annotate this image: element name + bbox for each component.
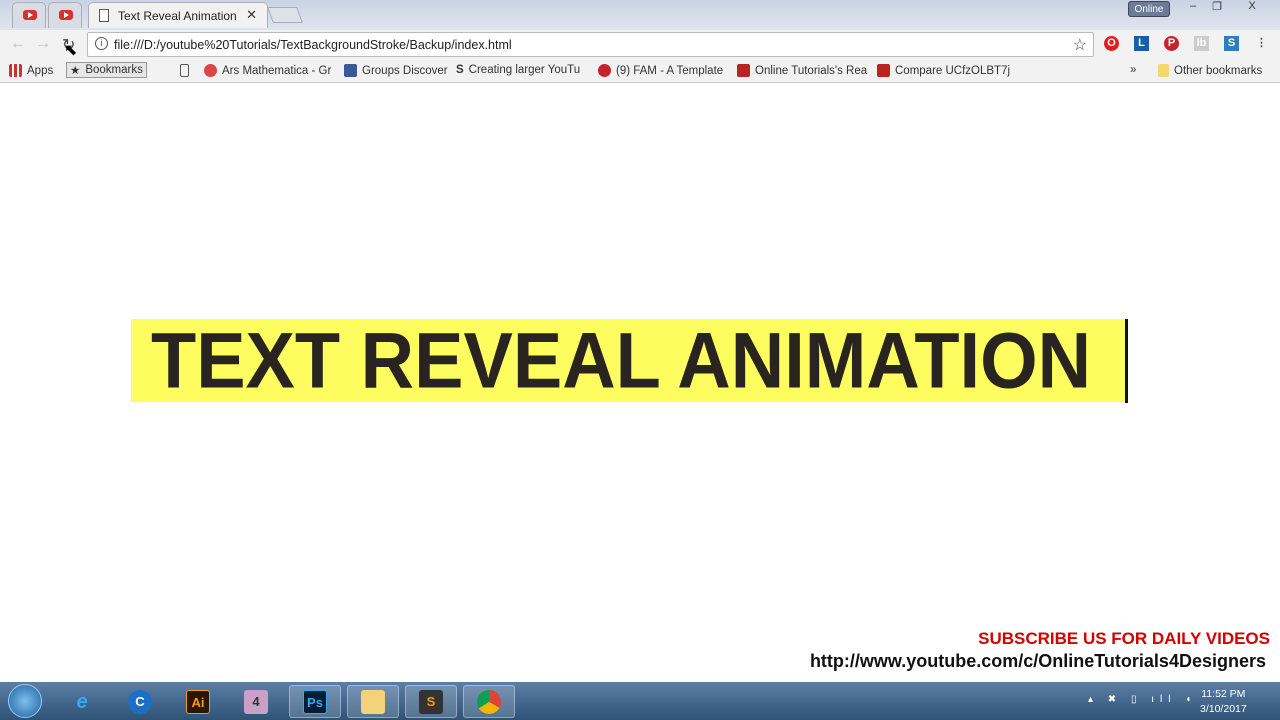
reveal-cursor bbox=[1125, 319, 1128, 403]
taskbar: e C Ai 4 Ps S ▴ ✖ ▯ ıll ◖ 11:52 PM 3/10/2… bbox=[0, 682, 1280, 720]
other-bookmarks[interactable]: Other bookmarks bbox=[1158, 64, 1262, 77]
bookmark-label: Apps bbox=[27, 64, 54, 77]
bookmark-label: (9) FAM - A Template bbox=[616, 64, 724, 77]
headline-banner: TEXT REVEAL ANIMATION bbox=[131, 316, 1127, 405]
headline: TEXT REVEAL ANIMATION bbox=[151, 316, 1092, 405]
youtube-icon bbox=[23, 10, 37, 20]
taskbar-explorer[interactable] bbox=[347, 685, 399, 718]
chart-icon bbox=[737, 64, 750, 77]
s-icon[interactable]: S bbox=[1224, 36, 1239, 51]
page-icon bbox=[99, 9, 109, 22]
taskbar-photoshop[interactable]: Ps bbox=[289, 685, 341, 718]
clock-date: 3/10/2017 bbox=[1200, 703, 1247, 715]
chrome-icon bbox=[477, 689, 501, 714]
bookmarks-overflow[interactable]: » bbox=[1130, 64, 1136, 76]
folder-icon bbox=[361, 689, 385, 714]
bookmark-label: Bookmarks bbox=[85, 64, 143, 76]
tab-title: Text Reveal Animation bbox=[118, 9, 237, 23]
new-tab-button[interactable] bbox=[267, 7, 303, 23]
star-icon: ★ bbox=[70, 65, 81, 77]
bookmark-label: Compare UCfzOLBT7j bbox=[895, 64, 1011, 77]
taskbar-sublime[interactable]: S bbox=[405, 685, 457, 718]
bookmark-label: Online Tutorials's Rea bbox=[755, 64, 868, 77]
taskbar-app4[interactable]: 4 bbox=[230, 685, 282, 718]
taskbar-chrome[interactable] bbox=[463, 685, 515, 718]
back-button[interactable]: ← bbox=[10, 35, 26, 53]
bookmark-ars[interactable]: Ars Mathematica - Gr bbox=[204, 64, 331, 77]
restore-button[interactable]: ❐ bbox=[1206, 0, 1228, 16]
close-tab-icon[interactable]: ✕ bbox=[246, 7, 257, 23]
page-content: TEXT REVEAL ANIMATION SUBSCRIBE US FOR D… bbox=[0, 84, 1280, 682]
photoshop-icon: Ps bbox=[303, 689, 327, 714]
taskbar-ccleaner[interactable]: C bbox=[114, 685, 166, 718]
page-icon bbox=[180, 64, 189, 77]
taskbar-ie[interactable]: e bbox=[56, 685, 108, 718]
info-icon[interactable]: i bbox=[95, 37, 108, 50]
bookmark-groups[interactable]: Groups Discover bbox=[344, 64, 448, 77]
tab-bar: Text Reveal Animation ✕ Online – ❐ X bbox=[0, 0, 1280, 30]
bookmark-apps[interactable]: Apps bbox=[9, 64, 53, 77]
bookmark-label: Other bookmarks bbox=[1174, 64, 1263, 77]
system-tray-icons[interactable]: ▴ ✖ ▯ ıll ◖ bbox=[1088, 694, 1197, 705]
address-bar[interactable]: i file:///D:/youtube%20Tutorials/TextBac… bbox=[87, 32, 1094, 57]
minimize-button[interactable]: – bbox=[1180, 0, 1206, 16]
forward-button[interactable]: → bbox=[35, 35, 51, 53]
menu-icon[interactable]: ⋮ bbox=[1254, 36, 1269, 51]
online-badge: Online bbox=[1128, 1, 1170, 17]
toolbar: ← → ↻ i file:///D:/youtube%20Tutorials/T… bbox=[0, 30, 1280, 59]
se-icon: S bbox=[456, 64, 464, 76]
close-window-button[interactable]: X bbox=[1232, 0, 1272, 16]
chart-icon bbox=[877, 64, 890, 77]
bookmark-creating[interactable]: S Creating larger YouTu bbox=[456, 64, 580, 76]
opera-icon[interactable]: O bbox=[1104, 36, 1119, 51]
pinterest-icon[interactable]: P bbox=[1164, 36, 1179, 51]
clock[interactable]: 11:52 PM 3/10/2017 bbox=[1200, 687, 1247, 717]
linkedin-icon[interactable]: L bbox=[1134, 36, 1149, 51]
mouse-cursor-icon: ⬉ bbox=[64, 42, 78, 59]
ccleaner-icon: C bbox=[128, 689, 152, 714]
sublime-icon: S bbox=[419, 689, 443, 714]
channel-url: http://www.youtube.com/c/OnlineTutorials… bbox=[809, 651, 1266, 671]
bookmark-bookmarks[interactable]: ★ Bookmarks bbox=[66, 62, 147, 78]
bookmark-online-tutorials[interactable]: Online Tutorials's Rea bbox=[737, 64, 867, 77]
start-button[interactable] bbox=[8, 684, 42, 718]
subscribe-text: SUBSCRIBE US FOR DAILY VIDEOS bbox=[978, 629, 1270, 648]
app4-icon: 4 bbox=[244, 689, 268, 714]
bookmark-label: Creating larger YouTu bbox=[468, 64, 581, 76]
google-plus-icon bbox=[204, 64, 217, 77]
bookmark-star-icon[interactable]: ☆ bbox=[1073, 35, 1087, 55]
lb-icon[interactable]: lb bbox=[1194, 36, 1209, 51]
internet-explorer-icon: e bbox=[76, 690, 88, 713]
tab-youtube-1[interactable] bbox=[12, 2, 46, 28]
tab-youtube-2[interactable] bbox=[48, 2, 82, 28]
bookmark-compare[interactable]: Compare UCfzOLBT7j bbox=[877, 64, 1010, 77]
youtube-icon bbox=[59, 10, 73, 20]
bookmark-label: Ars Mathematica - Gr bbox=[222, 64, 332, 77]
pinterest-icon bbox=[598, 64, 611, 77]
clock-time: 11:52 PM bbox=[1201, 688, 1246, 700]
url-text[interactable]: file:///D:/youtube%20Tutorials/TextBackg… bbox=[114, 38, 512, 52]
bookmarks-bar: Apps ★ Bookmarks Ars Mathematica - Gr Gro… bbox=[0, 59, 1280, 83]
bookmark-page[interactable] bbox=[180, 64, 189, 77]
folder-icon bbox=[1158, 64, 1169, 77]
illustrator-icon: Ai bbox=[186, 689, 210, 714]
apps-grid-icon bbox=[9, 64, 22, 77]
facebook-icon bbox=[344, 64, 357, 77]
taskbar-illustrator[interactable]: Ai bbox=[172, 685, 224, 718]
bookmark-fam[interactable]: (9) FAM - A Template bbox=[598, 64, 723, 77]
bookmark-label: Groups Discover bbox=[362, 64, 448, 77]
tab-active[interactable]: Text Reveal Animation ✕ bbox=[88, 2, 268, 28]
